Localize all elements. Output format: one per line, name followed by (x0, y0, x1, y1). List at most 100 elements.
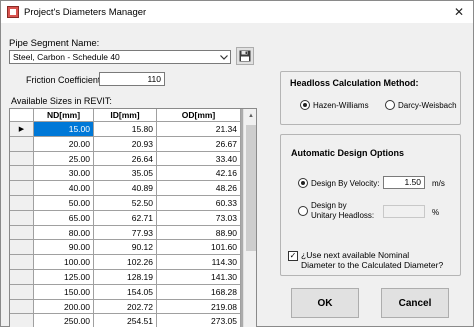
scroll-up-arrow-icon[interactable]: ▲ (244, 109, 256, 123)
row-header[interactable] (10, 181, 34, 196)
table-row[interactable]: ▶ 15.00 15.80 21.34 (10, 122, 241, 137)
table-row[interactable]: 150.00 154.05 168.28 (10, 284, 241, 300)
headloss-unit: % (432, 208, 440, 217)
cell-od[interactable]: 273.05 (157, 314, 241, 327)
row-header[interactable] (10, 255, 34, 270)
cell-nd[interactable]: 40.00 (34, 181, 94, 196)
column-header-od[interactable]: OD[mm] (157, 109, 241, 122)
cell-od[interactable]: 33.40 (157, 151, 241, 167)
friction-coefficient-label: Friction Coefficient: (26, 75, 103, 85)
cell-od[interactable]: 21.34 (157, 122, 241, 137)
use-nominal-diameter-checkbox[interactable]: ✓ (288, 251, 298, 261)
sizes-grid[interactable]: ND[mm] ID[mm] OD[mm] ▶ 15.00 15.80 21.34 20… (9, 108, 257, 327)
table-row[interactable]: 65.00 62.71 73.03 (10, 210, 241, 226)
unitary-headloss-input[interactable] (383, 205, 425, 218)
cell-id[interactable]: 35.05 (94, 166, 157, 182)
design-by-headloss-radio[interactable] (298, 206, 308, 216)
hazen-williams-radio[interactable] (300, 100, 310, 110)
cell-od[interactable]: 114.30 (157, 255, 241, 270)
cell-id[interactable]: 62.71 (94, 210, 157, 226)
row-header[interactable] (10, 210, 34, 226)
table-row[interactable]: 250.00 254.51 273.05 (10, 314, 241, 327)
cell-id[interactable]: 154.05 (94, 284, 157, 300)
cell-id[interactable]: 15.80 (94, 122, 157, 137)
row-header[interactable] (10, 225, 34, 241)
ok-button[interactable]: OK (291, 288, 359, 318)
cell-od[interactable]: 101.60 (157, 240, 241, 256)
table-row[interactable]: 125.00 128.19 141.30 (10, 269, 241, 285)
darcy-weisbach-radio[interactable] (385, 100, 395, 110)
row-header[interactable] (10, 314, 34, 327)
cell-nd[interactable]: 50.00 (34, 195, 94, 211)
cell-od[interactable]: 26.67 (157, 136, 241, 152)
checkmark-icon: ✓ (289, 251, 297, 260)
grid-vertical-scrollbar[interactable]: ▲ (243, 109, 256, 327)
cell-nd[interactable]: 15.00 (34, 122, 94, 137)
table-row[interactable]: 30.00 35.05 42.16 (10, 166, 241, 182)
cell-id[interactable]: 128.19 (94, 269, 157, 285)
cell-nd[interactable]: 125.00 (34, 269, 94, 285)
cell-nd[interactable]: 200.00 (34, 299, 94, 315)
row-header[interactable]: ▶ (10, 122, 34, 137)
cell-od[interactable]: 168.28 (157, 284, 241, 300)
cell-nd[interactable]: 30.00 (34, 166, 94, 182)
column-header-nd[interactable]: ND[mm] (34, 109, 94, 122)
velocity-input[interactable]: 1.50 (383, 176, 425, 189)
table-row[interactable]: 100.00 102.26 114.30 (10, 255, 241, 270)
chevron-down-icon[interactable] (218, 51, 230, 63)
row-header[interactable] (10, 195, 34, 211)
cell-nd[interactable]: 25.00 (34, 151, 94, 167)
cell-id[interactable]: 254.51 (94, 314, 157, 327)
pipe-segment-dropdown[interactable]: Steel, Carbon - Schedule 40 (9, 50, 231, 64)
cell-id[interactable]: 26.64 (94, 151, 157, 167)
cancel-button[interactable]: Cancel (381, 288, 449, 318)
cell-nd[interactable]: 90.00 (34, 240, 94, 256)
save-button[interactable] (236, 47, 254, 65)
cell-id[interactable]: 40.89 (94, 181, 157, 196)
table-row[interactable]: 200.00 202.72 219.08 (10, 299, 241, 315)
cell-od[interactable]: 219.08 (157, 299, 241, 315)
cell-nd[interactable]: 20.00 (34, 136, 94, 152)
grid-body: ▶ 15.00 15.80 21.34 20.00 20.93 26.67 25.00 26… (10, 122, 241, 327)
close-icon[interactable]: ✕ (445, 1, 473, 23)
column-header-id[interactable]: ID[mm] (94, 109, 157, 122)
row-header[interactable] (10, 136, 34, 152)
cell-id[interactable]: 102.26 (94, 255, 157, 270)
cell-nd[interactable]: 80.00 (34, 225, 94, 241)
cell-od[interactable]: 88.90 (157, 225, 241, 241)
row-header[interactable] (10, 299, 34, 315)
table-row[interactable]: 40.00 40.89 48.26 (10, 181, 241, 196)
cell-id[interactable]: 52.50 (94, 195, 157, 211)
window-title: Project's Diameters Manager (24, 6, 147, 18)
cell-od[interactable]: 60.33 (157, 195, 241, 211)
row-header[interactable] (10, 269, 34, 285)
table-row[interactable]: 80.00 77.93 88.90 (10, 225, 241, 241)
grid-header: ND[mm] ID[mm] OD[mm] (10, 109, 241, 122)
row-header[interactable] (10, 151, 34, 167)
table-row[interactable]: 25.00 26.64 33.40 (10, 151, 241, 167)
table-row[interactable]: 50.00 52.50 60.33 (10, 195, 241, 211)
cell-id[interactable]: 90.12 (94, 240, 157, 256)
design-by-headloss-label-2: Unitary Headloss: (311, 211, 375, 220)
cell-id[interactable]: 202.72 (94, 299, 157, 315)
cell-od[interactable]: 48.26 (157, 181, 241, 196)
table-row[interactable]: 90.00 90.12 101.60 (10, 240, 241, 256)
cell-id[interactable]: 77.93 (94, 225, 157, 241)
design-by-velocity-radio[interactable] (298, 178, 308, 188)
row-header[interactable] (10, 284, 34, 300)
row-header[interactable] (10, 240, 34, 256)
cell-nd[interactable]: 65.00 (34, 210, 94, 226)
use-nominal-diameter-label-2: Diameter to the Calculated Diameter? (301, 260, 444, 270)
cell-od[interactable]: 42.16 (157, 166, 241, 182)
available-sizes-label: Available Sizes in REVIT: (11, 96, 112, 106)
cell-od[interactable]: 73.03 (157, 210, 241, 226)
cell-id[interactable]: 20.93 (94, 136, 157, 152)
row-header[interactable] (10, 166, 34, 182)
cell-nd[interactable]: 250.00 (34, 314, 94, 327)
table-row[interactable]: 20.00 20.93 26.67 (10, 136, 241, 152)
cell-od[interactable]: 141.30 (157, 269, 241, 285)
cell-nd[interactable]: 150.00 (34, 284, 94, 300)
scroll-thumb[interactable] (246, 125, 256, 251)
friction-coefficient-input[interactable]: 110 (99, 72, 165, 86)
cell-nd[interactable]: 100.00 (34, 255, 94, 270)
